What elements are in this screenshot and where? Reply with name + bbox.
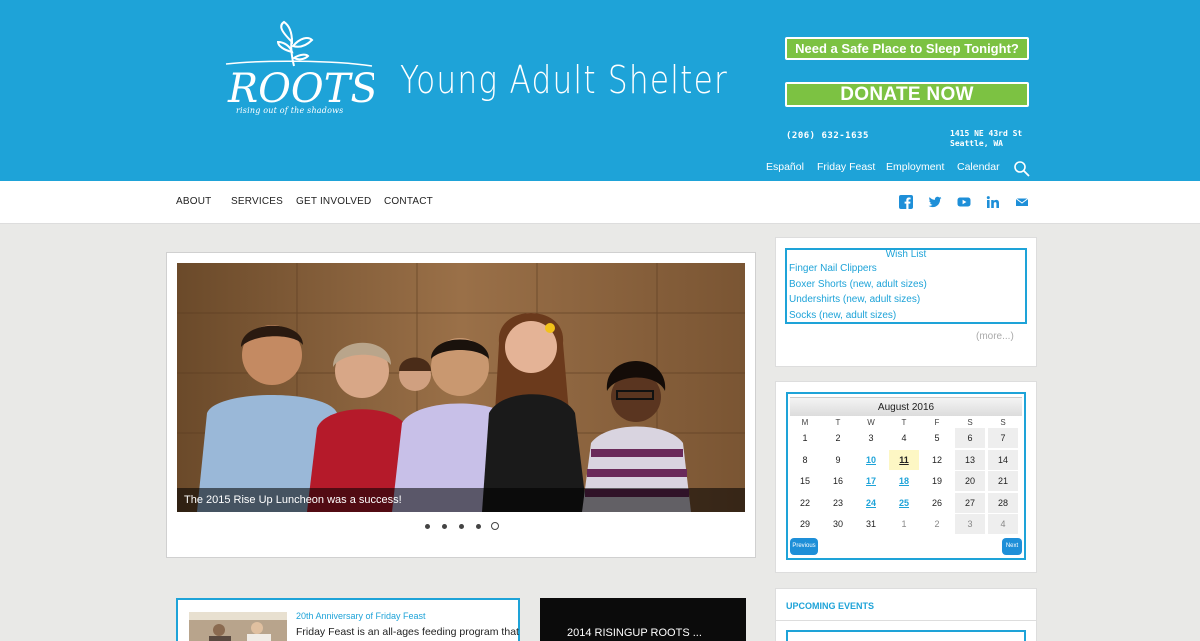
slide-caption: The 2015 Rise Up Luncheon was a success! [177, 488, 745, 512]
utility-link-espanol[interactable]: Español [766, 161, 804, 173]
wishlist-item[interactable]: Socks (new, adult sizes) [789, 310, 896, 321]
wishlist-item[interactable]: Undershirts (new, adult sizes) [789, 294, 920, 305]
calendar-day: 9 [835, 455, 841, 465]
facebook-icon[interactable] [899, 195, 913, 209]
video-title[interactable]: 2014 RISINGUP ROOTS ... [567, 627, 702, 639]
calendar-day: 26 [931, 498, 942, 508]
wishlist-title: Wish List [885, 249, 927, 260]
calendar-day: 14 [988, 450, 1018, 470]
email-icon[interactable] [1015, 195, 1029, 209]
calendar-next-button[interactable]: Next [1002, 538, 1022, 555]
calendar-day: 29 [799, 519, 810, 529]
nav-get-involved[interactable]: GET INVOLVED [296, 196, 371, 207]
calendar-day: 15 [799, 476, 810, 486]
divider [775, 620, 1037, 621]
address: 1415 NE 43rd St Seattle, WA [950, 129, 1022, 149]
utility-link-calendar[interactable]: Calendar [957, 161, 1000, 173]
calendar-day: 22 [799, 498, 810, 508]
slide-image[interactable] [177, 263, 745, 512]
roots-logo[interactable]: ROOTS [222, 20, 374, 120]
calendar-day: 3 [868, 433, 874, 443]
calendar-day: 3 [955, 514, 985, 534]
slider-dot[interactable] [459, 524, 464, 529]
calendar-day: 2 [934, 519, 940, 529]
calendar-weekday: W [867, 418, 875, 427]
calendar-day: 7 [988, 428, 1018, 448]
calendar-day[interactable]: 17 [856, 471, 886, 491]
calendar-day: 30 [832, 519, 843, 529]
calendar-day: 5 [934, 433, 940, 443]
calendar-weekday: T [901, 418, 907, 427]
calendar-day: 4 [988, 514, 1018, 534]
news-thumbnail[interactable] [189, 612, 287, 641]
calendar-weekday: S [967, 418, 973, 427]
calendar-day: 12 [931, 455, 942, 465]
calendar-prev-button[interactable]: Previous [790, 538, 818, 555]
calendar-weekday: M [801, 418, 809, 427]
calendar-day: 1 [802, 433, 808, 443]
wishlist-item[interactable]: Finger Nail Clippers [789, 263, 877, 274]
address-line: Seattle, WA [950, 139, 1003, 148]
calendar-day: 2 [835, 433, 841, 443]
slider-dot[interactable] [476, 524, 481, 529]
logo-tagline: rising out of the shadows [236, 106, 344, 115]
site-title: Young Adult Shelter [400, 58, 729, 102]
calendar-day[interactable]: 10 [856, 450, 886, 470]
calendar-day[interactable]: 25 [889, 493, 919, 513]
calendar-day: 13 [955, 450, 985, 470]
address-line: 1415 NE 43rd St [950, 129, 1023, 138]
calendar-weekday: S [1000, 418, 1006, 427]
calendar-month: August 2016 [790, 397, 1022, 416]
calendar-weekday: T [835, 418, 841, 427]
slider-dot-active[interactable] [491, 522, 499, 530]
calendar-day: 23 [832, 498, 843, 508]
safe-place-button[interactable]: Need a Safe Place to Sleep Tonight? [785, 37, 1029, 60]
news-title-link[interactable]: 20th Anniversary of Friday Feast [296, 611, 426, 621]
calendar-day[interactable]: 24 [856, 493, 886, 513]
calendar-day[interactable]: 18 [889, 471, 919, 491]
calendar-day: 16 [832, 476, 843, 486]
nav-contact[interactable]: CONTACT [384, 196, 433, 207]
utility-link-employment[interactable]: Employment [886, 161, 944, 173]
calendar-day: 21 [988, 471, 1018, 491]
events-title: UPCOMING EVENTS [786, 601, 875, 611]
calendar-day: 20 [955, 471, 985, 491]
calendar-day: 19 [931, 476, 942, 486]
slider-dot[interactable] [425, 524, 430, 529]
search-icon[interactable] [1013, 160, 1031, 178]
nav-about[interactable]: ABOUT [176, 196, 211, 207]
calendar-day: 4 [901, 433, 907, 443]
calendar-day: 8 [802, 455, 808, 465]
calendar-day: 1 [901, 519, 907, 529]
calendar-weekday: F [934, 418, 940, 427]
calendar-day: 31 [865, 519, 876, 529]
youtube-icon[interactable] [957, 195, 971, 209]
calendar-day: 27 [955, 493, 985, 513]
utility-link-friday-feast[interactable]: Friday Feast [817, 161, 875, 173]
calendar-day: 28 [988, 493, 1018, 513]
twitter-icon[interactable] [928, 195, 942, 209]
wishlist-more-link[interactable]: (more...) [976, 331, 1014, 342]
linkedin-icon[interactable] [986, 195, 1000, 209]
nav-services[interactable]: SERVICES [231, 196, 283, 207]
events-list [786, 630, 1026, 641]
news-excerpt: Friday Feast is an all-ages feeding prog… [296, 626, 519, 638]
calendar-day[interactable]: 11 [889, 450, 919, 470]
slider-dot[interactable] [442, 524, 447, 529]
phone-number[interactable]: (206) 632-1635 [786, 131, 869, 141]
donate-button[interactable]: DONATE NOW [785, 82, 1029, 107]
wishlist-item[interactable]: Boxer Shorts (new, adult sizes) [789, 279, 927, 290]
calendar-day: 6 [955, 428, 985, 448]
